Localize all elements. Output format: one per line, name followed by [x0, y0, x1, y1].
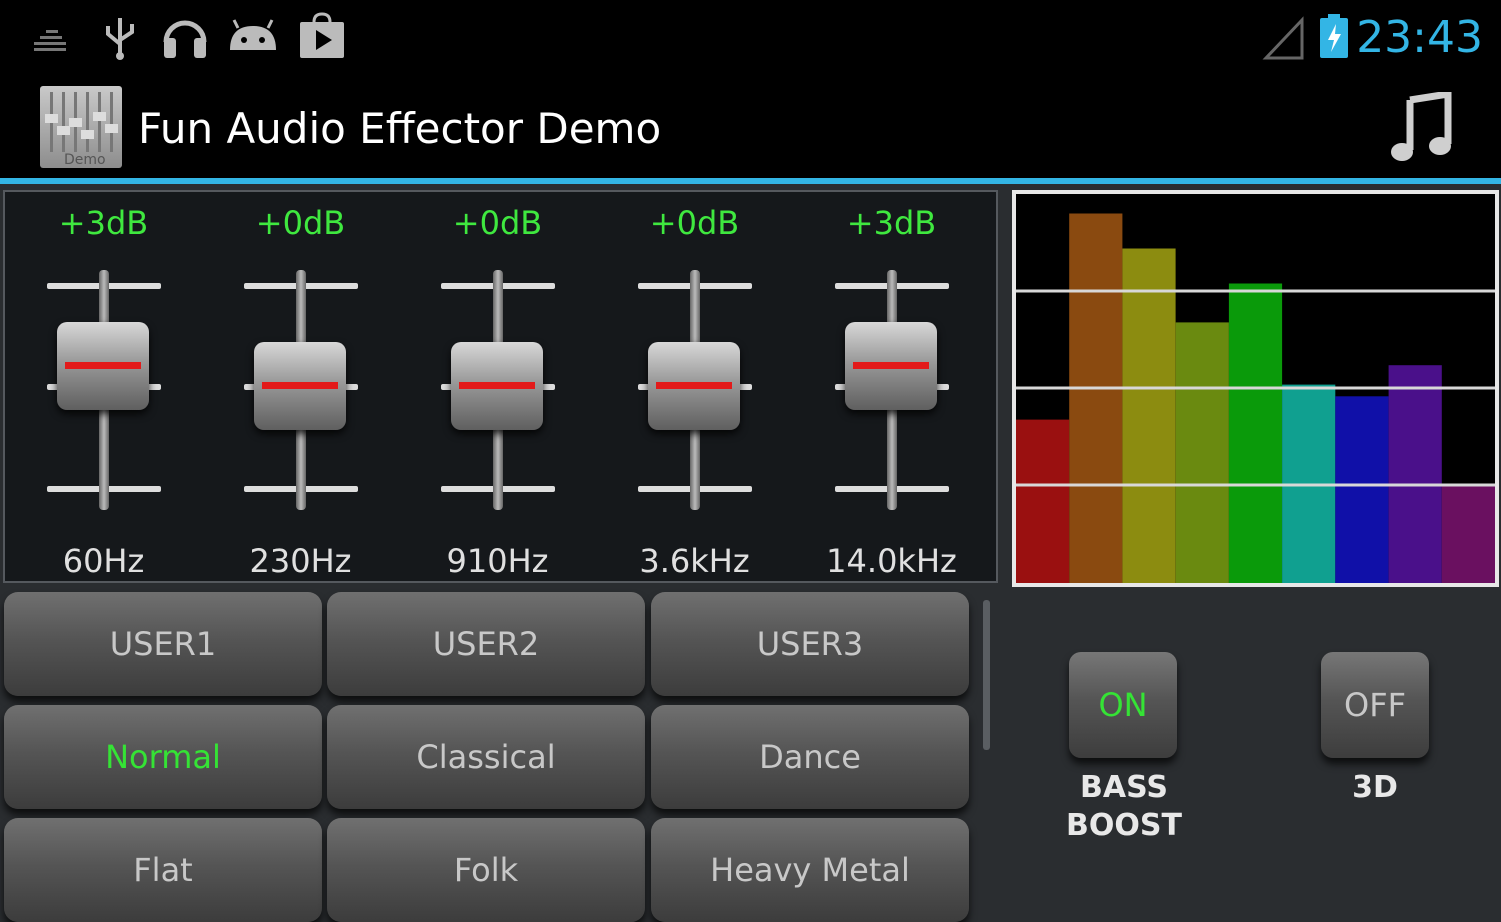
eq-band-3-6khz: +0dB 3.6kHz	[596, 192, 793, 582]
slider-knob[interactable]	[648, 342, 740, 430]
band-gain-label: +0dB	[255, 204, 346, 242]
preset-folk[interactable]: Folk	[327, 818, 645, 922]
eq-band-910hz: +0dB 910Hz	[399, 192, 596, 582]
band-frequency-label: 230Hz	[249, 542, 352, 580]
slider-knob[interactable]	[451, 342, 543, 430]
band-gain-label: +3dB	[846, 204, 937, 242]
preset-label: USER3	[756, 625, 864, 663]
bass-boost-toggle[interactable]: ON	[1069, 652, 1177, 758]
spectrum-bar	[1228, 283, 1283, 583]
knob-indicator	[459, 382, 535, 389]
band-frequency-label: 14.0kHz	[826, 542, 957, 580]
preset-dance[interactable]: Dance	[651, 705, 969, 809]
bass-boost-label: BASS BOOST	[1040, 769, 1208, 845]
preset-label: Heavy Metal	[710, 851, 910, 889]
spectrum-bar	[1335, 396, 1389, 583]
app-icon[interactable]: Demo	[40, 86, 122, 168]
spectrum-bar	[1069, 213, 1123, 583]
spectrum-bar	[1175, 322, 1229, 583]
bass-boost-label-line1: BASS	[1080, 770, 1168, 805]
knob-indicator	[853, 362, 929, 369]
3d-label: 3D	[1320, 769, 1430, 807]
band-gain-label: +0dB	[452, 204, 543, 242]
preset-label: Classical	[416, 738, 556, 776]
preset-classical[interactable]: Classical	[327, 705, 645, 809]
spectrum-bar	[1388, 365, 1442, 583]
preset-user1[interactable]: USER1	[4, 592, 322, 696]
preset-label: Flat	[133, 851, 193, 889]
bass-boost-state: ON	[1098, 686, 1148, 724]
band-frequency-label: 910Hz	[446, 542, 549, 580]
3d-state: OFF	[1344, 686, 1406, 724]
preset-label: USER2	[432, 625, 540, 663]
band-gain-label: +3dB	[58, 204, 149, 242]
signal-icon	[1262, 12, 1310, 60]
band-gain-label: +0dB	[649, 204, 740, 242]
action-bar-divider	[0, 178, 1501, 184]
clock: 23:43	[1356, 12, 1483, 63]
slider-knob[interactable]	[845, 322, 937, 410]
app-title: Fun Audio Effector Demo	[138, 104, 662, 153]
spectrum-visualizer	[1012, 190, 1499, 587]
band-frequency-label: 3.6kHz	[639, 542, 750, 580]
eq-band-60hz: +3dB 60Hz	[5, 192, 202, 582]
spectrum-bar	[1122, 248, 1176, 583]
spectrum-bar	[1016, 419, 1070, 583]
3d-label-text: 3D	[1352, 770, 1398, 805]
bass-boost-label-line2: BOOST	[1066, 808, 1182, 843]
preset-heavy-metal[interactable]: Heavy Metal	[651, 818, 969, 922]
band-frequency-label: 60Hz	[62, 542, 145, 580]
usb-icon	[100, 12, 148, 60]
knob-indicator	[65, 362, 141, 369]
3d-toggle[interactable]: OFF	[1321, 652, 1429, 758]
preset-label: USER1	[109, 625, 217, 663]
equalizer-panel: +3dB 60Hz +0dB 230Hz +0dB 910Hz +0dB 3.6…	[3, 190, 998, 583]
eq-band-230hz: +0dB 230Hz	[202, 192, 399, 582]
preset-scrollbar[interactable]	[983, 600, 990, 750]
headphones-icon	[160, 12, 208, 60]
slider-knob[interactable]	[254, 342, 346, 430]
preset-normal[interactable]: Normal	[4, 705, 322, 809]
knob-indicator	[656, 382, 732, 389]
preset-user2[interactable]: USER2	[327, 592, 645, 696]
status-bar: 23:43	[0, 0, 1501, 72]
slider-knob[interactable]	[57, 322, 149, 410]
preset-label: Dance	[759, 738, 861, 776]
music-note-icon[interactable]	[1390, 89, 1454, 164]
android-icon	[226, 12, 276, 60]
preset-flat[interactable]: Flat	[4, 818, 322, 922]
preset-user3[interactable]: USER3	[651, 592, 969, 696]
play-store-icon	[298, 12, 346, 60]
eq-band-14khz: +3dB 14.0kHz	[793, 192, 990, 582]
preset-label: Folk	[453, 851, 519, 889]
equalizer-notification-icon	[32, 12, 80, 60]
knob-indicator	[262, 382, 338, 389]
spectrum-chart	[1016, 213, 1495, 584]
app-icon-label: Demo	[64, 152, 106, 168]
spectrum-bar	[1441, 485, 1495, 584]
preset-label: Normal	[105, 738, 221, 776]
